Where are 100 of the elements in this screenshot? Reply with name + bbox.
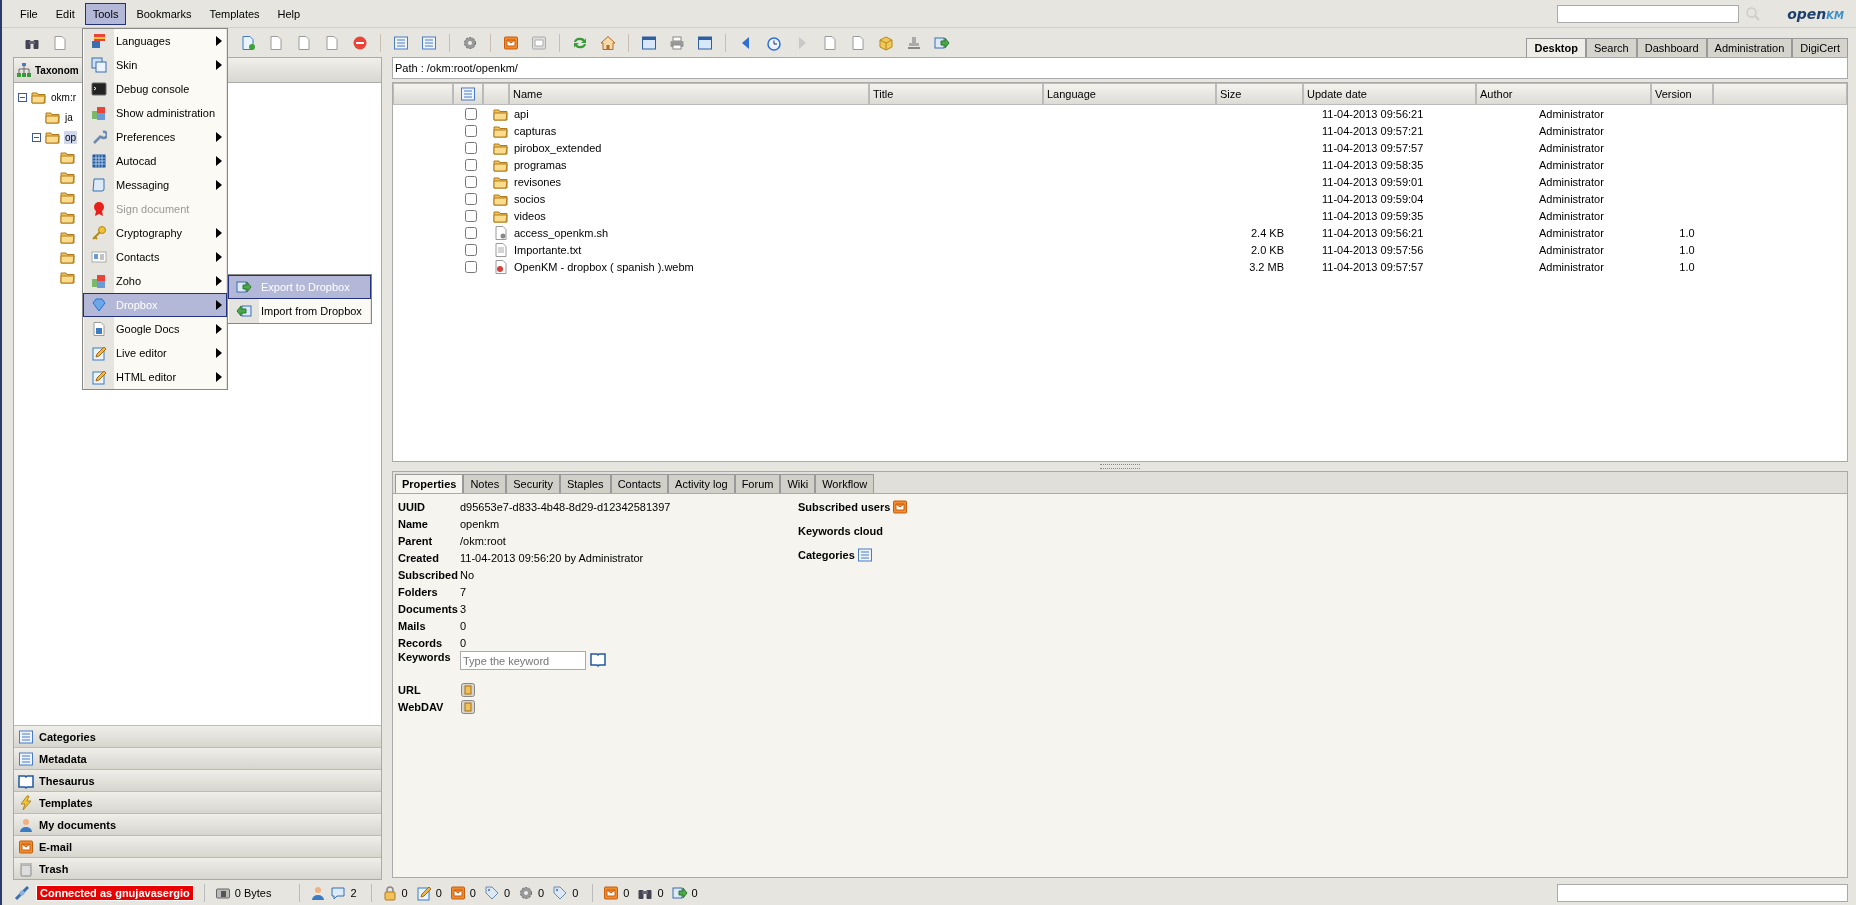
column-header[interactable]: Update date [1303, 83, 1476, 105]
form-icon [18, 750, 34, 767]
windows-icon [91, 57, 107, 73]
property-label: UUID [398, 500, 426, 513]
splitter-handle[interactable] [1100, 464, 1140, 469]
table-cell: 11-04-2013 09:57:57 [1322, 141, 1424, 154]
accordion-header[interactable]: Metadata [14, 747, 381, 769]
lightning-icon [18, 794, 34, 811]
menu-item[interactable]: Help [269, 2, 309, 25]
tab[interactable]: Staples [559, 474, 611, 493]
table-cell: Administrator [1539, 226, 1604, 239]
card-icon [91, 249, 107, 265]
menu-item[interactable]: Contacts [83, 245, 227, 269]
property-label: Created [398, 551, 440, 564]
menu-item[interactable]: Bookmarks [128, 2, 200, 25]
tab[interactable]: Properties [395, 474, 464, 493]
accordion-header[interactable]: Templates [14, 791, 381, 813]
alarm-clock-icon [766, 35, 782, 51]
copy-icon [460, 681, 476, 698]
checkbox[interactable] [465, 158, 477, 171]
menu-item[interactable]: Tools [84, 2, 127, 25]
keyword-field[interactable]: Type the keyword [460, 651, 586, 670]
search-field[interactable] [1557, 4, 1740, 23]
status-field[interactable] [1557, 883, 1848, 902]
checkbox[interactable] [465, 124, 477, 137]
checkbox[interactable] [465, 192, 477, 205]
checkbox[interactable] [465, 226, 477, 239]
folder-icon [60, 249, 76, 265]
menu-item[interactable]: Google Docs [83, 317, 227, 341]
column-header[interactable]: Size [1216, 83, 1303, 105]
table-cell: Administrator [1539, 107, 1604, 120]
tab[interactable]: Search [1585, 38, 1637, 57]
accordion-header[interactable]: Categories [14, 725, 381, 747]
table-cell: 3.2 MB [1249, 260, 1284, 273]
collapse-toggle[interactable] [18, 92, 28, 102]
menu-item[interactable]: Preferences [83, 125, 227, 149]
chat-bubble-icon [330, 884, 347, 901]
menu-item[interactable]: Zoho [83, 269, 227, 293]
key-icon [91, 225, 107, 241]
menu-item[interactable]: Cryptography [83, 221, 227, 245]
column-header[interactable]: Language [1043, 83, 1216, 105]
column-header[interactable]: Name [509, 83, 869, 105]
menu-item[interactable]: File [12, 2, 46, 25]
menu-item[interactable]: Live editor [83, 341, 227, 365]
grid-icon [91, 153, 107, 169]
checkbox[interactable] [465, 141, 477, 154]
document-icon [324, 35, 340, 51]
tab[interactable]: DigiCert [1792, 38, 1848, 57]
column-header[interactable]: Author [1476, 83, 1651, 105]
tab[interactable]: Activity log [668, 474, 735, 493]
tab[interactable]: Contacts [610, 474, 669, 493]
copy-icon [460, 698, 476, 715]
tree-icon [16, 62, 32, 78]
property-label: Documents [398, 602, 459, 615]
menu-item[interactable]: Languages [83, 29, 227, 53]
checkbox[interactable] [465, 175, 477, 188]
tree-item[interactable]: op [64, 130, 78, 144]
stamp-icon [906, 35, 922, 51]
menu-item[interactable]: Templates [201, 2, 268, 25]
menu-item[interactable]: Show administration [83, 101, 227, 125]
checkbox[interactable] [465, 243, 477, 256]
accordion-header[interactable]: Thesaurus [14, 769, 381, 791]
tab[interactable]: Forum [734, 474, 781, 493]
tab[interactable]: Administration [1706, 38, 1793, 57]
accordion-header[interactable]: E-mail [14, 835, 381, 857]
scroll-icon [91, 177, 107, 193]
checkbox[interactable] [465, 107, 477, 120]
checkbox[interactable] [465, 209, 477, 222]
table-cell: 11-04-2013 09:56:21 [1322, 226, 1424, 239]
table-cell: 11-04-2013 09:57:21 [1322, 124, 1424, 137]
property-value: d95653e7-d833-4b48-8d29-d12342581397 [460, 500, 671, 513]
column-header[interactable]: Version [1651, 83, 1713, 105]
menu-item[interactable]: Import from Dropbox [228, 299, 371, 323]
tree-item[interactable]: ja [64, 110, 74, 124]
column-header[interactable]: Title [869, 83, 1043, 105]
menu-item[interactable]: Messaging [83, 173, 227, 197]
menu-item[interactable]: Skin [83, 53, 227, 77]
tab[interactable]: Dashboard [1636, 38, 1707, 57]
menu-item[interactable]: HTML editor [83, 365, 227, 389]
tab[interactable]: Workflow [815, 474, 875, 493]
tree-item[interactable]: okm:r [50, 90, 77, 104]
house-icon [600, 35, 616, 51]
menu-item[interactable]: Debug console [83, 77, 227, 101]
tab[interactable]: Notes [463, 474, 507, 493]
accordion-header[interactable]: Trash [14, 857, 381, 879]
table-icon [460, 86, 476, 102]
tab[interactable]: Security [506, 474, 560, 493]
gear-icon [462, 35, 478, 51]
property-label: Records [398, 636, 444, 649]
checkbox[interactable] [465, 260, 477, 273]
column-header[interactable] [453, 83, 483, 105]
property-label: Subscribed [398, 568, 459, 581]
accordion-header[interactable]: My documents [14, 813, 381, 835]
folder-icon [31, 89, 47, 105]
table-icon [421, 35, 437, 51]
collapse-toggle[interactable] [32, 132, 42, 142]
menu-item[interactable]: Autocad [83, 149, 227, 173]
tab[interactable]: Wiki [780, 474, 816, 493]
menu-item[interactable]: Edit [47, 2, 83, 25]
tab[interactable]: Desktop [1526, 38, 1586, 57]
